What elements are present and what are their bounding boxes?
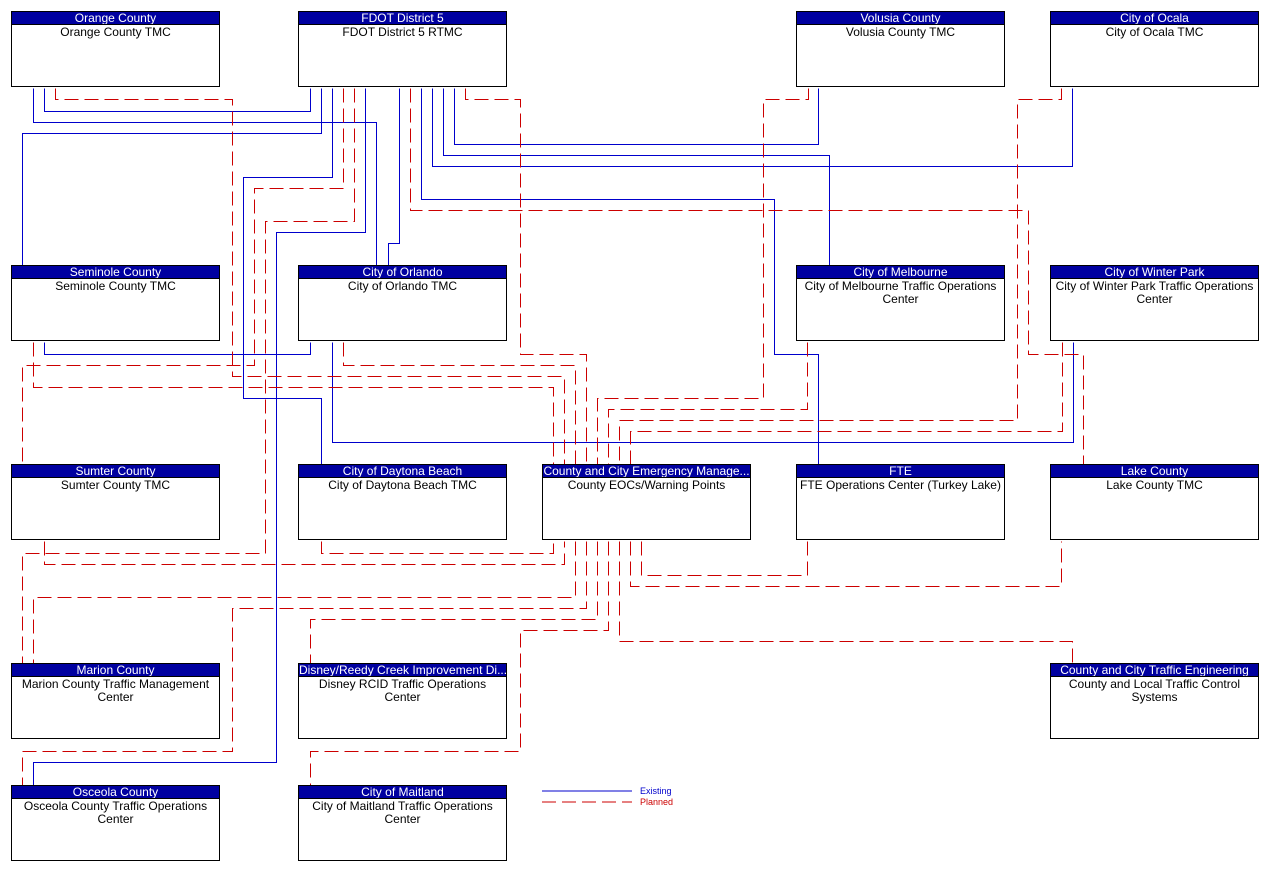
node-title: City of Maitland Traffic Operations Cent… xyxy=(312,799,493,826)
node-trafficeng[interactable]: County and City Traffic Engineering Coun… xyxy=(1050,663,1259,739)
node-header: Marion County xyxy=(12,664,219,677)
node-orlando[interactable]: City of Orlando City of Orlando TMC xyxy=(298,265,507,341)
node-eoc[interactable]: County and City Emergency Manage... Coun… xyxy=(542,464,751,540)
node-winterpark[interactable]: City of Winter Park City of Winter Park … xyxy=(1050,265,1259,341)
node-header: FDOT District 5 xyxy=(299,12,506,25)
connection-fdot-orlando xyxy=(388,88,400,266)
node-header: Osceola County xyxy=(12,786,219,799)
legend-existing: Existing xyxy=(542,785,673,796)
node-sumter[interactable]: Sumter County Sumter County TMC xyxy=(11,464,220,540)
node-fte[interactable]: FTE FTE Operations Center (Turkey Lake) xyxy=(796,464,1005,540)
node-title: City of Melbourne Traffic Operations Cen… xyxy=(804,279,997,306)
node-title: County EOCs/Warning Points xyxy=(567,478,726,492)
node-title: City of Daytona Beach TMC xyxy=(328,478,477,492)
node-header: Orange County xyxy=(12,12,219,25)
node-marion[interactable]: Marion County Marion County Traffic Mana… xyxy=(11,663,220,739)
node-title: Orange County TMC xyxy=(60,25,171,39)
node-title: Lake County TMC xyxy=(1106,478,1203,492)
connection-eoc-disney xyxy=(310,541,598,664)
node-title: Marion County Traffic Management Center xyxy=(21,677,210,704)
node-title: County and Local Traffic Control Systems xyxy=(1068,677,1241,704)
node-lake[interactable]: Lake County Lake County TMC xyxy=(1050,464,1259,540)
legend-planned: Planned xyxy=(542,796,673,807)
node-header: City of Maitland xyxy=(299,786,506,799)
node-ocala[interactable]: City of Ocala City of Ocala TMC xyxy=(1050,11,1259,87)
connection-seminole-eoc xyxy=(33,342,554,465)
connection-fdot-marion xyxy=(22,88,355,664)
node-header: City of Melbourne xyxy=(797,266,1004,279)
node-title: Seminole County TMC xyxy=(55,279,176,293)
node-seminole[interactable]: Seminole County Seminole County TMC xyxy=(11,265,220,341)
legend: Existing Planned xyxy=(542,785,673,807)
node-osceola[interactable]: Osceola County Osceola County Traffic Op… xyxy=(11,785,220,861)
node-orange[interactable]: Orange County Orange County TMC xyxy=(11,11,220,87)
node-daytona[interactable]: City of Daytona Beach City of Daytona Be… xyxy=(298,464,507,540)
node-header: Disney/Reedy Creek Improvement Di... xyxy=(299,664,506,677)
node-header: Seminole County xyxy=(12,266,219,279)
node-title: FTE Operations Center (Turkey Lake) xyxy=(800,478,1001,492)
planned-line-swatch xyxy=(542,801,632,802)
connection-orlando-eoc xyxy=(343,342,576,465)
connection-eoc-lake xyxy=(630,541,1062,587)
connection-fdot-ocala xyxy=(432,88,1073,167)
legend-existing-label: Existing xyxy=(640,785,672,796)
node-volusia[interactable]: Volusia County Volusia County TMC xyxy=(796,11,1005,87)
node-title: City of Orlando TMC xyxy=(347,279,458,293)
connection-orlando-winterpark xyxy=(332,342,1074,443)
node-title: City of Winter Park Traffic Operations C… xyxy=(1055,279,1254,306)
node-header: Sumter County xyxy=(12,465,219,478)
legend-planned-label: Planned xyxy=(640,796,674,807)
node-header: Lake County xyxy=(1051,465,1258,478)
connection-melbourne-eoc xyxy=(608,342,808,465)
node-header: City of Ocala xyxy=(1051,12,1258,25)
node-title: Disney RCID Traffic Operations Center xyxy=(318,677,487,704)
node-maitland[interactable]: City of Maitland City of Maitland Traffi… xyxy=(298,785,507,861)
node-header: City of Daytona Beach xyxy=(299,465,506,478)
connection-winterpark-eoc xyxy=(630,342,1063,465)
node-header: City of Winter Park xyxy=(1051,266,1258,279)
connection-eoc-marion xyxy=(33,541,576,664)
node-header: City of Orlando xyxy=(299,266,506,279)
node-title: FDOT District 5 RTMC xyxy=(342,25,463,39)
connection-seminole-orlando xyxy=(44,342,311,355)
node-title: Sumter County TMC xyxy=(60,478,171,492)
node-disney[interactable]: Disney/Reedy Creek Improvement Di... Dis… xyxy=(298,663,507,739)
connection-sumter-eoc xyxy=(44,541,565,565)
node-header: FTE xyxy=(797,465,1004,478)
node-header: County and City Traffic Engineering xyxy=(1051,664,1258,677)
connection-eoc-fte xyxy=(641,541,808,576)
node-title: Volusia County TMC xyxy=(845,25,956,39)
existing-line-swatch xyxy=(542,790,632,791)
node-title: Osceola County Traffic Operations Center xyxy=(23,799,208,826)
node-header: Volusia County xyxy=(797,12,1004,25)
node-header: County and City Emergency Manage... xyxy=(543,465,750,478)
node-melbourne[interactable]: City of Melbourne City of Melbourne Traf… xyxy=(796,265,1005,341)
connection-daytona-eoc xyxy=(321,541,554,554)
node-title: City of Ocala TMC xyxy=(1105,25,1204,39)
connection-fdot-melbourne xyxy=(443,88,830,266)
connection-lines xyxy=(22,88,1084,786)
connection-eoc-trafficeng xyxy=(619,541,1073,664)
node-fdot[interactable]: FDOT District 5 FDOT District 5 RTMC xyxy=(298,11,507,87)
